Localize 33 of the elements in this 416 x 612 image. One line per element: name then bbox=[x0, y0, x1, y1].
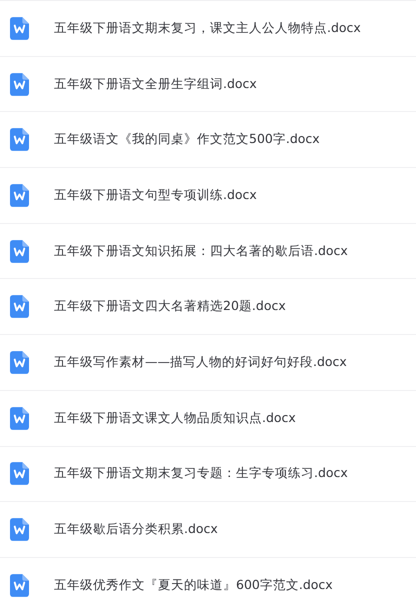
file-row[interactable]: 五年级下册语文四大名著精选20题.docx bbox=[0, 278, 416, 334]
file-name: 五年级优秀作文『夏天的味道』600字范文.docx bbox=[54, 576, 333, 594]
file-name: 五年级下册语文四大名著精选20题.docx bbox=[54, 298, 286, 316]
word-document-icon bbox=[10, 406, 29, 430]
file-row[interactable]: 五年级下册语文全册生字组词.docx bbox=[0, 56, 416, 112]
word-document-icon bbox=[10, 240, 29, 263]
word-document-icon bbox=[10, 295, 29, 318]
word-document-icon bbox=[10, 350, 29, 374]
word-document-icon bbox=[10, 462, 29, 486]
file-row[interactable]: 五年级下册语文课文人物品质知识点.docx bbox=[0, 390, 416, 446]
file-name: 五年级下册语文全册生字组词.docx bbox=[54, 76, 257, 93]
file-row[interactable]: 五年级写作素材——描写人物的好词好句好段.docx bbox=[0, 334, 416, 390]
file-name: 五年级下册语文期末复习专题：生字专项练习.docx bbox=[54, 465, 348, 482]
word-document-icon bbox=[10, 128, 29, 152]
word-document-icon bbox=[10, 16, 29, 40]
file-name: 五年级写作素材——描写人物的好词好句好段.docx bbox=[54, 354, 347, 371]
file-row[interactable]: 五年级下册语文期末复习专题：生字专项练习.docx bbox=[0, 446, 416, 502]
word-document-icon bbox=[10, 184, 29, 207]
file-row[interactable]: 五年级下册语文知识拓展：四大名著的歇后语.docx bbox=[0, 222, 416, 278]
file-name: 五年级歇后语分类积累.docx bbox=[54, 521, 218, 538]
file-name: 五年级下册语文句型专项训练.docx bbox=[54, 186, 257, 204]
file-name: 五年级语文《我的同桌》作文范文500字.docx bbox=[54, 131, 320, 148]
file-name: 五年级下册语文知识拓展：四大名著的歇后语.docx bbox=[54, 242, 348, 260]
file-row[interactable]: 五年级下册语文句型专项训练.docx bbox=[0, 167, 416, 223]
file-row[interactable]: 五年级语文《我的同桌》作文范文500字.docx bbox=[0, 111, 416, 168]
file-row[interactable]: 五年级优秀作文『夏天的味道』600字范文.docx bbox=[0, 556, 416, 612]
file-name: 五年级下册语文课文人物品质知识点.docx bbox=[54, 410, 296, 427]
word-document-icon bbox=[10, 574, 29, 597]
file-row[interactable]: 五年级下册语文期末复习，课文主人公人物特点.docx bbox=[0, 0, 416, 56]
word-document-icon bbox=[10, 72, 29, 96]
word-document-icon bbox=[10, 518, 29, 542]
file-name: 五年级下册语文期末复习，课文主人公人物特点.docx bbox=[54, 20, 361, 37]
file-row[interactable]: 五年级歇后语分类积累.docx bbox=[0, 501, 416, 557]
